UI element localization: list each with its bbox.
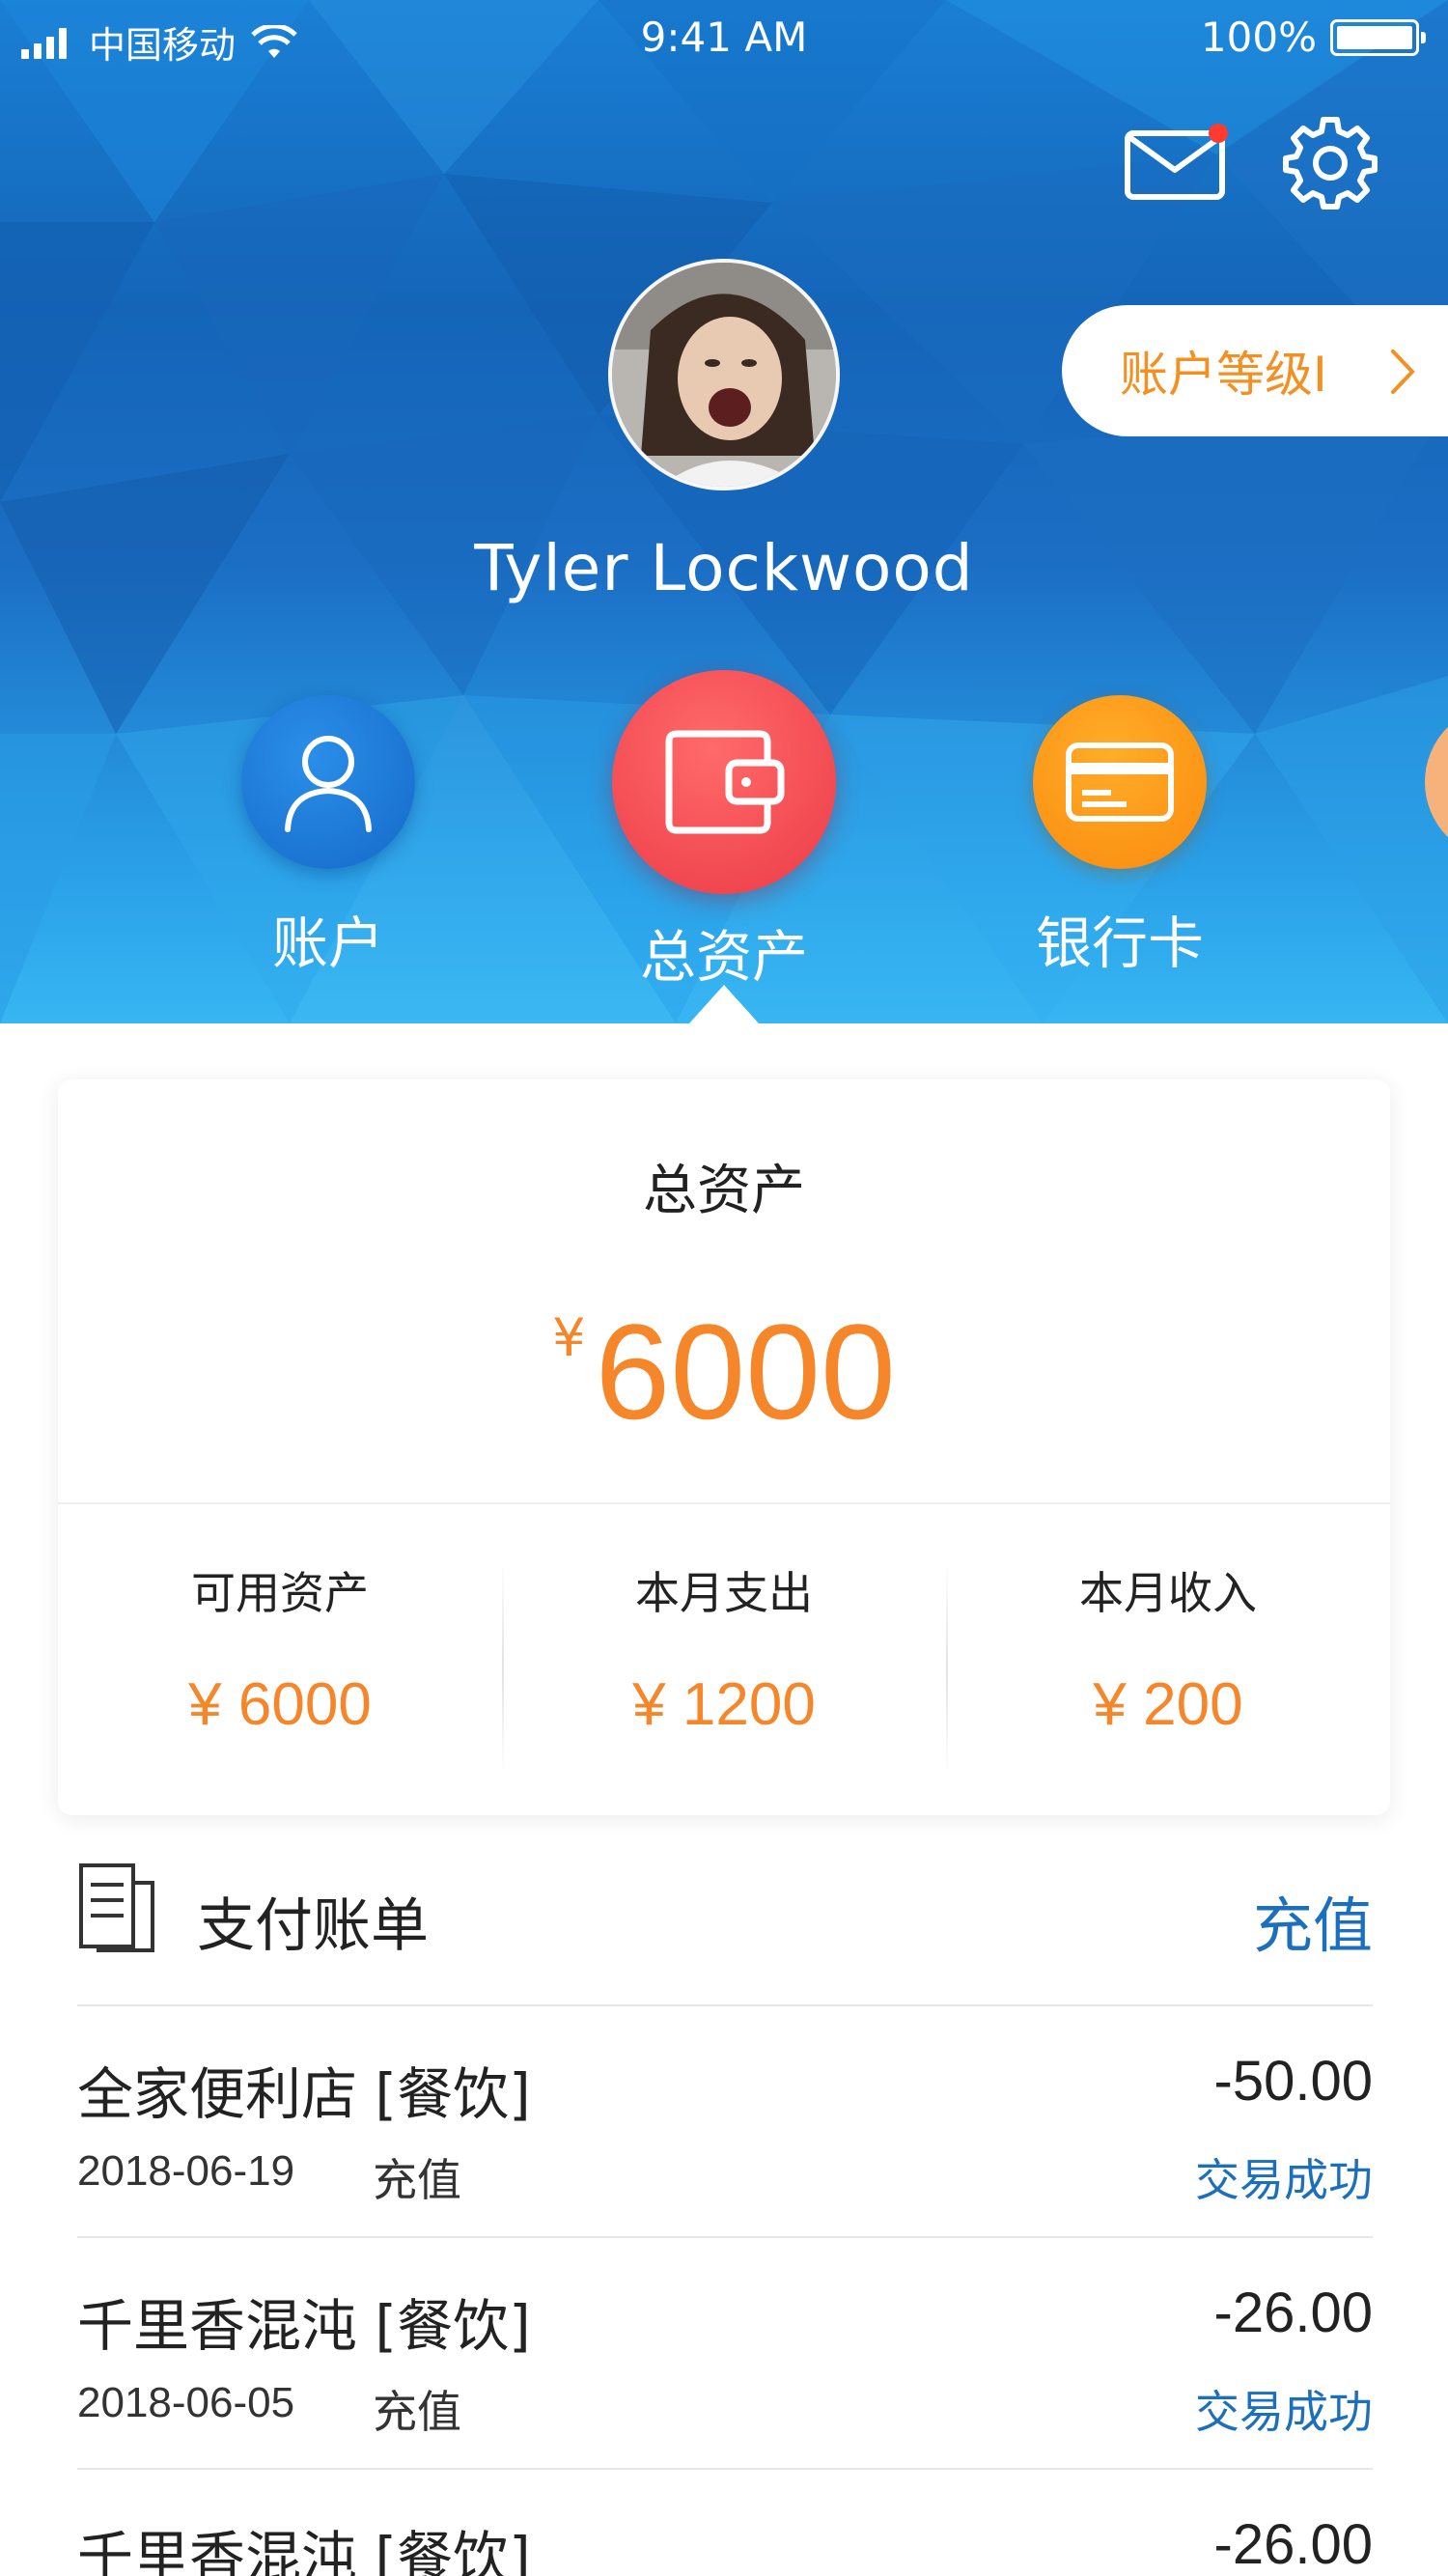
bill-merchant: 全家便利店 [餐饮] xyxy=(77,2061,531,2127)
bills-header: 支付账单 充值 xyxy=(77,1862,1373,1964)
bill-amount: -26.00 xyxy=(1213,2282,1373,2344)
bill-amount: -50.00 xyxy=(1213,2050,1373,2113)
bill-date: 2018-06-05 xyxy=(77,2379,295,2426)
nav-bank-label: 银行卡 xyxy=(1035,910,1204,976)
unread-badge xyxy=(1209,124,1228,143)
stat-value: ¥ 6000 xyxy=(188,1671,372,1738)
chevron-right-icon xyxy=(1391,350,1415,394)
bill-type: 充值 xyxy=(373,2386,461,2438)
card-title: 总资产 xyxy=(643,1160,805,1222)
bill-date: 2018-06-19 xyxy=(77,2147,295,2195)
nav-assets-label: 总资产 xyxy=(639,924,808,990)
total-assets-amount: ¥6000 xyxy=(58,1294,1390,1450)
user-icon xyxy=(285,736,372,832)
battery-icon xyxy=(1330,18,1426,56)
bill-row[interactable]: 全家便利店 [餐饮] -50.00 2018-06-19 充值 交易成功 xyxy=(77,2006,1373,2238)
bank-card-icon xyxy=(1066,742,1174,822)
wallet-icon xyxy=(665,730,785,834)
account-level-button[interactable]: 账户等级I xyxy=(1062,305,1448,436)
user-name: Tyler Lockwood xyxy=(474,531,974,605)
bill-row[interactable]: 千里香混沌 [餐饮] -26.00 2018-06-05 充值 交易成功 xyxy=(77,2238,1373,2470)
total-assets-value: 6000 xyxy=(595,1296,896,1447)
profile-header: 中国移动 9:41 AM 100% 账户等级I Tyler Lockwood 账… xyxy=(0,0,1448,1023)
nav-total-assets[interactable]: 总资产 xyxy=(579,670,869,993)
stat-label: 本月收入 xyxy=(1079,1567,1257,1619)
bill-status: 交易成功 xyxy=(1195,2386,1373,2438)
nav-account[interactable]: 账户 xyxy=(183,695,473,979)
recharge-button[interactable]: 充值 xyxy=(1253,1877,1373,1964)
bill-merchant: 千里香混沌 [餐饮] xyxy=(77,2525,531,2576)
nav-account-label: 账户 xyxy=(271,910,384,976)
bills-title: 支付账单 xyxy=(197,1892,429,1960)
gear-icon xyxy=(1283,117,1378,210)
stat-value: ¥ 200 xyxy=(1093,1671,1243,1738)
active-tab-indicator xyxy=(689,985,759,1023)
nav-bank-circle[interactable] xyxy=(1033,695,1207,869)
asset-stats: 可用资产 ¥ 6000 本月支出 ¥ 1200 本月收入 ¥ 200 xyxy=(58,1504,1390,1815)
stat-available[interactable]: 可用资产 ¥ 6000 xyxy=(58,1504,502,1815)
bill-row[interactable]: 千里香混沌 [餐饮] -26.00 xyxy=(77,2470,1373,2576)
nav-account-circle[interactable] xyxy=(241,695,415,869)
settings-button[interactable] xyxy=(1282,114,1378,210)
stat-label: 可用资产 xyxy=(191,1567,369,1619)
bill-status: 交易成功 xyxy=(1195,2154,1373,2206)
asset-summary-card: 总资产 ¥6000 可用资产 ¥ 6000 本月支出 ¥ 1200 本月收入 ¥… xyxy=(58,1079,1390,1815)
nav-assets-circle[interactable] xyxy=(612,670,836,894)
stat-monthly-expense[interactable]: 本月支出 ¥ 1200 xyxy=(502,1504,946,1815)
stat-label: 本月支出 xyxy=(635,1567,813,1619)
bill-amount: -26.00 xyxy=(1213,2513,1373,2576)
currency-symbol: ¥ xyxy=(552,1307,586,1368)
account-level-label: 账户等级I xyxy=(1120,347,1327,403)
stat-monthly-income[interactable]: 本月收入 ¥ 200 xyxy=(946,1504,1390,1815)
user-avatar[interactable] xyxy=(608,259,840,490)
battery-percent: 100% xyxy=(1200,14,1317,61)
messages-button[interactable] xyxy=(1124,122,1228,203)
status-bar: 中国移动 9:41 AM 100% xyxy=(0,0,1448,77)
bill-list-icon xyxy=(79,1863,154,1952)
avatar-photo xyxy=(612,263,836,487)
bill-merchant: 千里香混沌 [餐饮] xyxy=(77,2293,531,2359)
nav-bank-card[interactable]: 银行卡 xyxy=(975,695,1265,979)
stat-value: ¥ 1200 xyxy=(632,1671,816,1738)
bill-type: 充值 xyxy=(373,2154,461,2206)
